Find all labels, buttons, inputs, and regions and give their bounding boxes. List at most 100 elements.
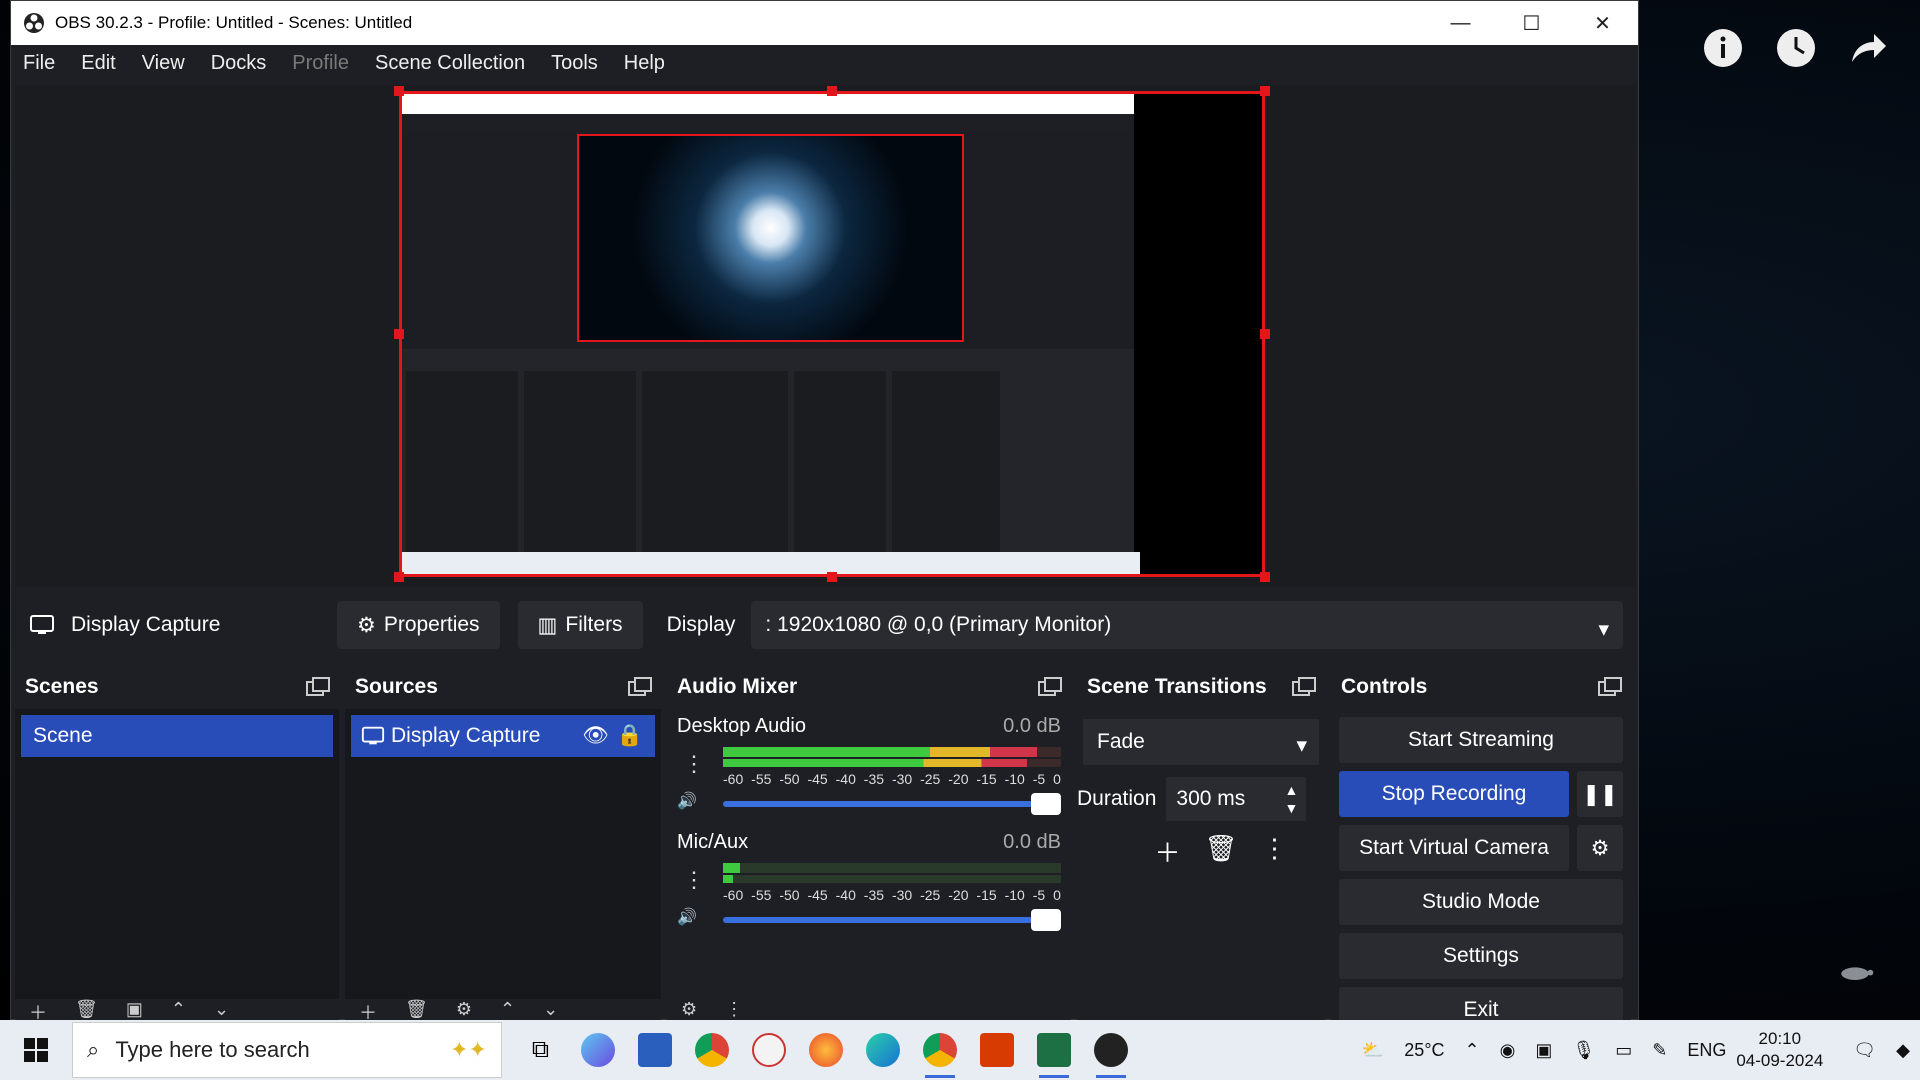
studio-mode-button[interactable]: Studio Mode: [1339, 879, 1623, 925]
move-down-icon[interactable]: ⌄: [543, 999, 558, 1020]
close-button[interactable]: ✕: [1567, 1, 1638, 45]
volume-slider-knob[interactable]: [1031, 909, 1061, 931]
nested-video-thumbnail: [577, 134, 964, 342]
taskbar-search[interactable]: ⌕ Type here to search ✦✦: [72, 1022, 502, 1078]
filters-button[interactable]: ▥ Filters: [517, 601, 643, 649]
transition-select[interactable]: Fade ▾: [1083, 719, 1319, 765]
info-icon[interactable]: [1701, 26, 1745, 70]
menu-file[interactable]: File: [23, 52, 55, 75]
stop-recording-button[interactable]: Stop Recording: [1339, 771, 1569, 817]
clock[interactable]: 20:10 04-09-2024: [1736, 1028, 1823, 1072]
remove-transition-icon[interactable]: 🗑: [1205, 833, 1238, 870]
source-list-item[interactable]: Display Capture 👁 🔒: [351, 715, 655, 757]
share-icon[interactable]: [1846, 26, 1890, 70]
add-source-icon[interactable]: ＋: [359, 999, 377, 1021]
chrome-app-icon[interactable]: [683, 1020, 740, 1080]
resize-handle[interactable]: [1260, 572, 1270, 582]
kebab-menu-icon[interactable]: ⋮: [683, 869, 705, 891]
menu-tools[interactable]: Tools: [551, 52, 598, 75]
add-scene-icon[interactable]: ＋: [29, 999, 47, 1021]
menu-profile[interactable]: Profile: [292, 52, 349, 75]
kebab-menu-icon[interactable]: ⋮: [725, 999, 743, 1020]
menu-view[interactable]: View: [142, 52, 185, 75]
scale-tick: -15: [976, 887, 997, 903]
record-status-icon[interactable]: ◉: [1500, 1040, 1516, 1061]
microphone-icon[interactable]: 🎙: [1572, 1040, 1595, 1061]
task-view-icon[interactable]: ⧉: [512, 1020, 569, 1080]
camera-icon[interactable]: ▣: [1535, 1040, 1552, 1061]
move-down-icon[interactable]: ⌄: [214, 999, 229, 1020]
resize-handle[interactable]: [1260, 329, 1270, 339]
snipping-tool-app-icon[interactable]: [740, 1020, 797, 1080]
sources-title: Sources: [355, 675, 438, 698]
duration-spinbox[interactable]: 300 ms ▲ ▼: [1166, 777, 1307, 821]
taskbar: ⌕ Type here to search ✦✦ ⧉ ⛅ 25°C ⌃ ◉ ▣ …: [0, 1020, 1920, 1080]
resize-handle[interactable]: [394, 86, 404, 96]
display-select[interactable]: : 1920x1080 @ 0,0 (Primary Monitor) ▾: [751, 601, 1623, 649]
maximize-button[interactable]: ☐: [1496, 1, 1567, 45]
kebab-menu-icon[interactable]: ⋮: [1262, 833, 1288, 870]
remove-source-icon[interactable]: 🗑: [405, 999, 428, 1020]
display-select-value: : 1920x1080 @ 0,0 (Primary Monitor): [765, 613, 1112, 636]
settings-button[interactable]: Settings: [1339, 933, 1623, 979]
preview-area[interactable]: [15, 85, 1635, 587]
resize-handle[interactable]: [394, 329, 404, 339]
scene-filters-icon[interactable]: ▣: [126, 999, 143, 1020]
lock-icon[interactable]: 🔒: [617, 724, 643, 748]
resize-handle[interactable]: [827, 572, 837, 582]
notification-icon[interactable]: 🗨: [1853, 1040, 1876, 1061]
undock-icon[interactable]: [1291, 676, 1317, 698]
pen-icon[interactable]: ✎: [1652, 1040, 1667, 1061]
office-app-icon[interactable]: [968, 1020, 1025, 1080]
volume-slider-knob[interactable]: [1031, 793, 1061, 815]
speaker-icon[interactable]: 🔊: [677, 791, 697, 811]
move-up-icon[interactable]: ⌃: [171, 999, 186, 1020]
weather-temp[interactable]: 25°C: [1404, 1040, 1444, 1061]
volume-slider[interactable]: [723, 909, 1061, 931]
clock-icon[interactable]: [1774, 26, 1818, 70]
minimize-button[interactable]: —: [1425, 1, 1496, 45]
add-transition-icon[interactable]: ＋: [1154, 833, 1180, 870]
speaker-icon[interactable]: 🔊: [677, 907, 697, 927]
nested-taskbar: [402, 552, 1140, 574]
volume-slider[interactable]: [723, 793, 1061, 815]
virtual-camera-settings-button[interactable]: ⚙: [1577, 825, 1623, 871]
word-app-icon[interactable]: [626, 1020, 683, 1080]
menu-scene-collection[interactable]: Scene Collection: [375, 52, 525, 75]
scene-list-item[interactable]: Scene: [21, 715, 333, 757]
kebab-menu-icon[interactable]: ⋮: [683, 753, 705, 775]
remove-scene-icon[interactable]: 🗑: [75, 999, 98, 1020]
chrome-active-app-icon[interactable]: [911, 1020, 968, 1080]
undock-icon[interactable]: [1037, 676, 1063, 698]
firefox-app-icon[interactable]: [797, 1020, 854, 1080]
excel-app-icon[interactable]: [1025, 1020, 1082, 1080]
undock-icon[interactable]: [1597, 676, 1623, 698]
visibility-eye-icon[interactable]: 👁: [582, 724, 609, 748]
properties-button[interactable]: ⚙ Properties: [337, 601, 500, 649]
source-properties-icon[interactable]: ⚙: [456, 999, 472, 1020]
start-streaming-button[interactable]: Start Streaming: [1339, 717, 1623, 763]
copilot-app-icon[interactable]: [569, 1020, 626, 1080]
copilot-tray-icon[interactable]: ◆: [1896, 1040, 1910, 1061]
resize-handle[interactable]: [394, 572, 404, 582]
weather-icon[interactable]: ⛅: [1362, 1040, 1384, 1061]
move-up-icon[interactable]: ⌃: [500, 999, 515, 1020]
menu-edit[interactable]: Edit: [81, 52, 115, 75]
undock-icon[interactable]: [305, 676, 331, 698]
chevron-up-icon[interactable]: ⌃: [1465, 1040, 1480, 1061]
start-virtual-camera-button[interactable]: Start Virtual Camera: [1339, 825, 1569, 871]
pause-recording-button[interactable]: ❚❚: [1577, 771, 1623, 817]
edge-app-icon[interactable]: [854, 1020, 911, 1080]
resize-handle[interactable]: [1260, 86, 1270, 96]
battery-icon[interactable]: ▭: [1615, 1040, 1632, 1061]
undock-icon[interactable]: [627, 676, 653, 698]
spin-arrows-icon[interactable]: ▲ ▼: [1285, 781, 1299, 817]
menu-help[interactable]: Help: [624, 52, 665, 75]
audio-settings-icon[interactable]: ⚙: [681, 999, 697, 1020]
obs-app-icon[interactable]: [1082, 1020, 1139, 1080]
preview-canvas[interactable]: [399, 91, 1265, 577]
resize-handle[interactable]: [827, 86, 837, 96]
menu-docks[interactable]: Docks: [211, 52, 267, 75]
windows-start-button[interactable]: [0, 1020, 72, 1080]
language-indicator[interactable]: ENG: [1687, 1040, 1726, 1061]
